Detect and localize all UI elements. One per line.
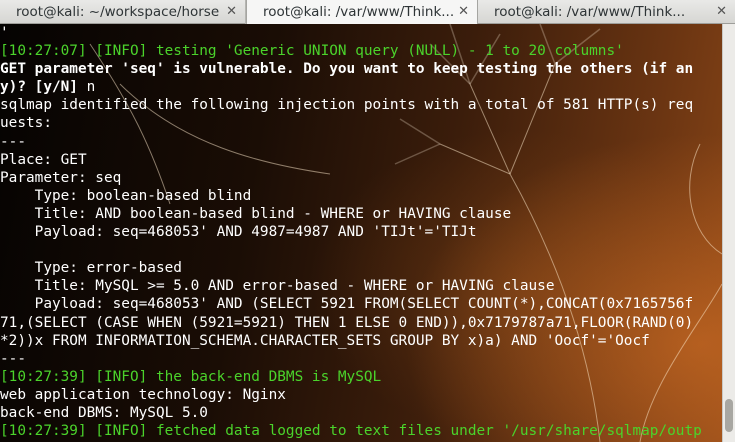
tab-title: root@kali: /var/www/Think... <box>263 4 455 20</box>
prompt-question: y)? [y/N] <box>0 79 87 96</box>
terminal-line: web application technology: Nginx <box>0 386 286 403</box>
tab-think[interactable]: root@kali: /var/www/Think... ✕ <box>478 0 735 24</box>
terminal-line: [10:27:39] [INFO] the back-end DBMS is M… <box>0 368 382 385</box>
terminal-line: Title: MySQL >= 5.0 AND error-based - WH… <box>0 278 555 295</box>
scrollbar-thumb[interactable] <box>725 399 733 433</box>
terminal-line: Type: error-based <box>0 260 182 277</box>
tab-bar: root@kali: ~/workspace/horse ✕ root@kali… <box>0 0 735 24</box>
tab-think-active[interactable]: root@kali: /var/www/Think... ✕ <box>246 0 478 24</box>
terminal-line: Payload: seq=468053' AND 4987=4987 AND '… <box>0 224 477 241</box>
terminal-line: ' <box>0 25 9 41</box>
terminal-line: uests: <box>0 115 52 132</box>
tab-title: root@kali: /var/www/Think... <box>494 4 686 20</box>
terminal-line: GET parameter 'seq' is vulnerable. Do yo… <box>0 61 694 78</box>
terminal-line: Title: AND boolean-based blind - WHERE o… <box>0 205 512 222</box>
terminal-line: 71,(SELECT (CASE WHEN (5921=5921) THEN 1… <box>0 314 694 331</box>
terminal-line: Parameter: seq <box>0 169 122 186</box>
terminal-view[interactable]: ' [10:27:07] [INFO] testing 'Generic UNIO… <box>0 24 722 442</box>
terminal-line: *2))x FROM INFORMATION_SCHEMA.CHARACTER_… <box>0 332 650 349</box>
terminal-line: Type: boolean-based blind <box>0 187 252 204</box>
close-icon[interactable]: ✕ <box>458 0 469 24</box>
close-icon[interactable]: ✕ <box>226 0 237 24</box>
terminal-line: y)? [y/N] n <box>0 78 702 96</box>
terminal-line: Payload: seq=468053' AND (SELECT 5921 FR… <box>0 296 694 313</box>
terminal-line: --- <box>0 133 26 150</box>
tab-title: root@kali: ~/workspace/horse <box>16 4 220 20</box>
prompt-answer: n <box>86 79 96 96</box>
close-icon[interactable]: ✕ <box>716 0 727 24</box>
terminal-line: sqlmap identified the following injectio… <box>0 97 694 114</box>
tab-horse[interactable]: root@kali: ~/workspace/horse ✕ <box>0 0 246 24</box>
terminal-line: [10:27:07] [INFO] testing 'Generic UNION… <box>0 43 624 60</box>
terminal-line: Place: GET <box>0 151 87 168</box>
terminal-line: [10:27:39] [INFO] fetched data logged to… <box>0 423 702 440</box>
terminal-line: back-end DBMS: MySQL 5.0 <box>0 404 208 421</box>
terminal-output: ' [10:27:07] [INFO] testing 'Generic UNIO… <box>0 24 702 440</box>
terminal-line: --- <box>0 350 26 367</box>
scrollbar[interactable] <box>722 24 735 442</box>
